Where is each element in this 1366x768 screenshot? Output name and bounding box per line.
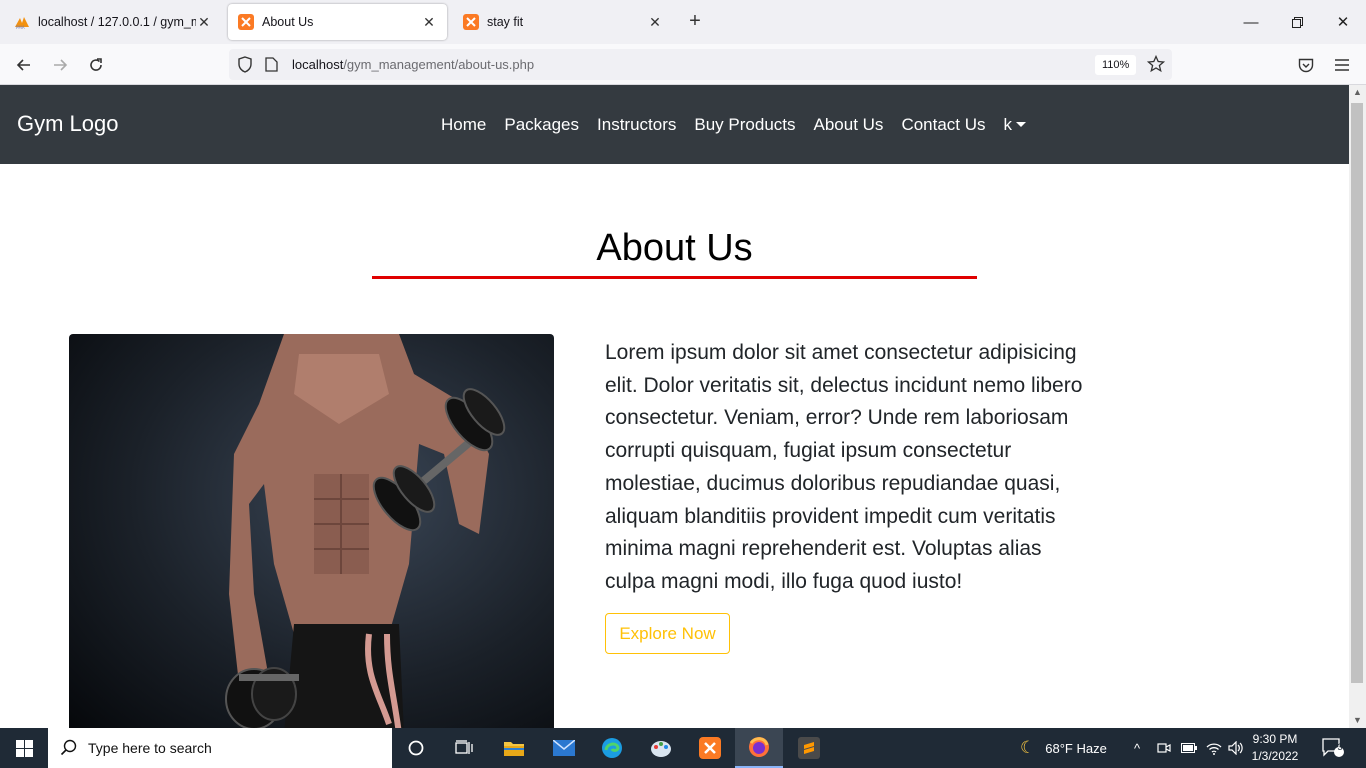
pocket-icon[interactable] xyxy=(1292,51,1320,79)
browser-toolbar: localhost/gym_management/about-us.php 11… xyxy=(0,44,1366,85)
nav-home[interactable]: Home xyxy=(441,115,486,135)
bookmark-star-icon[interactable] xyxy=(1147,55,1165,73)
tab-stay-fit[interactable]: stay fit ✕ xyxy=(453,4,673,40)
back-icon[interactable] xyxy=(10,51,38,79)
tab-about-us[interactable]: About Us ✕ xyxy=(228,4,447,40)
close-tab-icon[interactable]: ✕ xyxy=(421,14,437,31)
firefox-icon[interactable] xyxy=(735,728,783,768)
forward-icon[interactable] xyxy=(46,51,74,79)
site-logo[interactable]: Gym Logo xyxy=(17,111,119,137)
notification-count: 3 xyxy=(1337,742,1343,752)
system-clock[interactable]: 9:30 PM 1/3/2022 xyxy=(1244,731,1306,765)
scroll-down-icon[interactable]: ▼ xyxy=(1353,715,1362,725)
xampp-icon xyxy=(238,14,254,30)
volume-icon[interactable] xyxy=(1228,728,1244,768)
menu-hamburger-icon[interactable] xyxy=(1328,51,1356,79)
task-view-icon[interactable] xyxy=(440,728,488,768)
about-paragraph: Lorem ipsum dolor sit amet consectetur a… xyxy=(605,341,1083,593)
edge-icon[interactable] xyxy=(588,728,636,768)
file-explorer-icon[interactable] xyxy=(490,728,538,768)
windows-taskbar: Type here to search ☾ 68°F Haze ^ 9:30 P… xyxy=(0,728,1366,768)
moon-cloud-icon: ☾ xyxy=(1020,738,1036,757)
nav-buy-products[interactable]: Buy Products xyxy=(694,115,795,135)
caret-down-icon xyxy=(1016,122,1027,127)
nav-packages[interactable]: Packages xyxy=(504,115,579,135)
weather-widget[interactable]: ☾ 68°F Haze xyxy=(1020,728,1107,768)
user-dropdown[interactable]: k xyxy=(1004,115,1027,135)
taskbar-search-box[interactable]: Type here to search xyxy=(48,728,392,768)
restore-icon[interactable] xyxy=(1274,0,1320,44)
cortana-icon[interactable] xyxy=(392,728,440,768)
sublime-text-icon[interactable] xyxy=(785,728,833,768)
title-underline xyxy=(372,276,977,279)
reload-icon[interactable] xyxy=(82,51,110,79)
nav-contact-us[interactable]: Contact Us xyxy=(901,115,985,135)
new-tab-plus-icon[interactable]: + xyxy=(684,10,706,32)
wifi-icon[interactable] xyxy=(1206,728,1222,768)
zoom-level[interactable]: 110% xyxy=(1095,55,1137,75)
explore-now-button[interactable]: Explore Now xyxy=(605,613,730,654)
minimize-icon[interactable]: — xyxy=(1228,0,1274,44)
nav-about-us[interactable]: About Us xyxy=(814,115,884,135)
scrollbar-thumb[interactable] xyxy=(1351,103,1363,683)
nav-instructors[interactable]: Instructors xyxy=(597,115,676,135)
site-menu: Home Packages Instructors Buy Products A… xyxy=(441,115,1044,135)
page-scrollbar[interactable]: ▲ ▼ xyxy=(1349,85,1366,728)
address-bar[interactable]: localhost/gym_management/about-us.php 11… xyxy=(229,49,1172,80)
page-title: About Us xyxy=(596,227,753,269)
close-tab-icon[interactable]: ✕ xyxy=(196,14,212,31)
paint-icon[interactable] xyxy=(637,728,685,768)
start-windows-icon[interactable] xyxy=(0,728,48,768)
xampp-taskbar-icon[interactable] xyxy=(686,728,734,768)
tracking-shield-icon[interactable] xyxy=(237,56,253,73)
bodybuilder-image xyxy=(69,334,554,728)
meet-now-icon[interactable] xyxy=(1157,728,1171,768)
site-navbar: Gym Logo Home Packages Instructors Buy P… xyxy=(0,85,1349,164)
battery-icon[interactable] xyxy=(1181,728,1197,768)
url-text[interactable]: localhost/gym_management/about-us.php xyxy=(292,57,534,72)
scroll-up-icon[interactable]: ▲ xyxy=(1353,87,1362,97)
xampp-icon xyxy=(463,14,479,30)
svg-text:PMA: PMA xyxy=(16,25,25,30)
page-viewport: Gym Logo Home Packages Instructors Buy P… xyxy=(0,85,1349,728)
close-tab-icon[interactable]: ✕ xyxy=(647,14,663,31)
notifications-icon[interactable]: 3 xyxy=(1322,728,1344,768)
show-hidden-icons-chevron-icon[interactable]: ^ xyxy=(1134,728,1140,768)
mail-icon[interactable] xyxy=(540,728,588,768)
phpmyadmin-icon: PMA xyxy=(15,17,29,30)
search-icon xyxy=(60,739,77,756)
tab-strip: PMA localhost / 127.0.0.1 / gym_manageme… xyxy=(0,0,1366,44)
page-info-icon[interactable] xyxy=(265,57,278,72)
tab-phpmyadmin[interactable]: PMA localhost / 127.0.0.1 / gym_manageme… xyxy=(4,4,222,40)
close-window-icon[interactable]: ✕ xyxy=(1320,0,1366,44)
